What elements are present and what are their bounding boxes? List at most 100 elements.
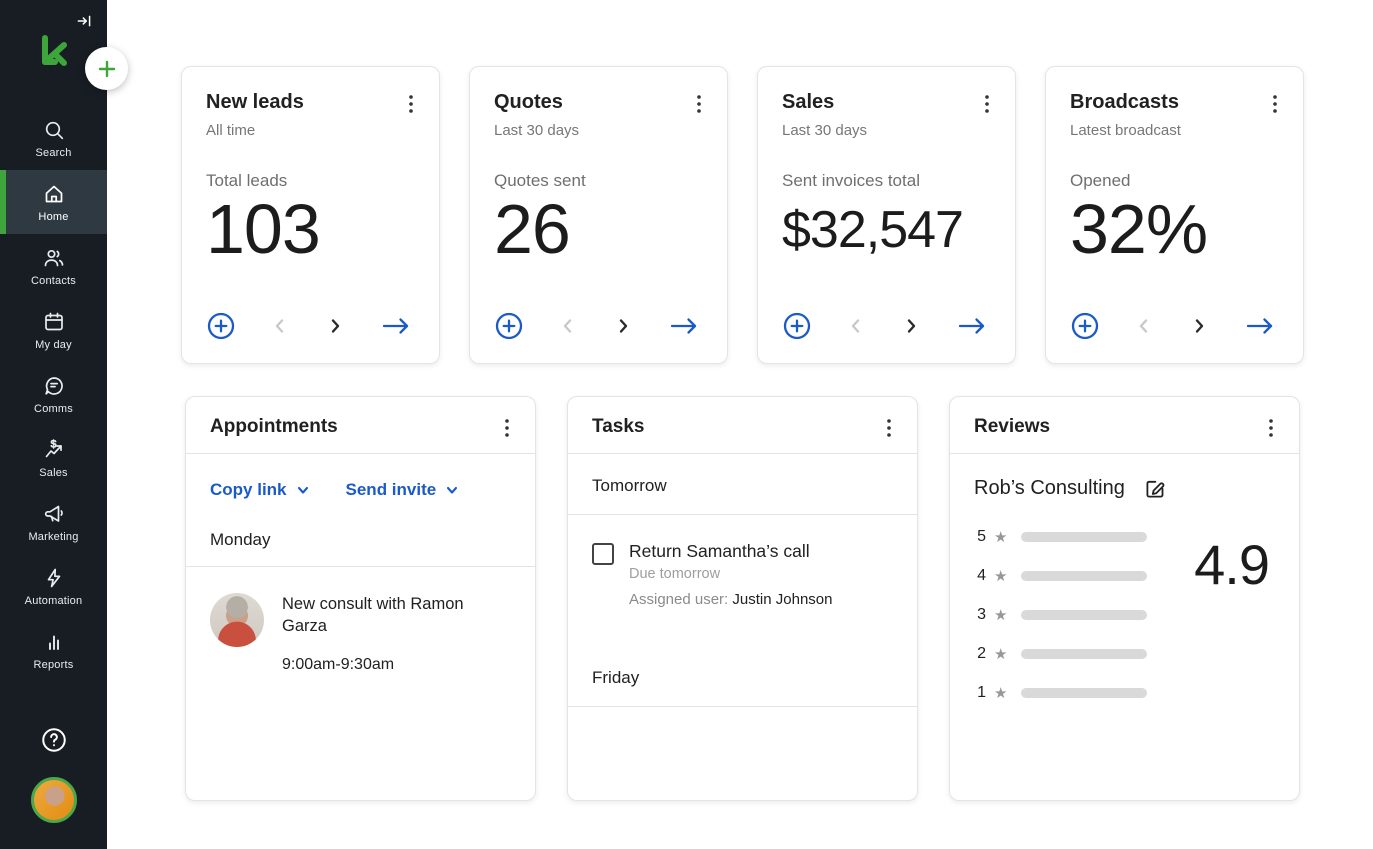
kebab-menu-icon[interactable] (693, 93, 705, 115)
sidebar-item-home[interactable]: Home (0, 170, 107, 234)
task-checkbox[interactable] (592, 543, 614, 565)
metric-label: Sent invoices total (782, 171, 993, 191)
go-to-report-button[interactable] (379, 314, 413, 338)
appointment-item[interactable]: New consult with Ramon Garza 9:00am-9:30… (186, 567, 535, 674)
business-name: Rob’s Consulting (974, 477, 1125, 500)
collapse-sidebar-button[interactable] (75, 10, 95, 32)
arrow-right-icon (379, 314, 413, 338)
card-title: New leads (206, 91, 304, 114)
kebab-menu-icon[interactable] (405, 93, 417, 115)
add-new-button[interactable] (85, 47, 128, 90)
home-icon (42, 182, 66, 206)
next-metric-button[interactable] (613, 316, 633, 336)
edit-icon (1143, 476, 1167, 500)
chevron-left-icon (558, 316, 578, 336)
ratings-distribution: 5 4 3 (974, 526, 1275, 704)
chat-bubble-icon (42, 374, 66, 398)
plus-circle-icon (782, 311, 812, 341)
star-icon (994, 530, 1007, 545)
card-subtitle: Last 30 days (782, 122, 993, 139)
day-label: Monday (186, 500, 535, 566)
sidebar: Search Home Contacts (0, 0, 107, 849)
edit-business-button[interactable] (1143, 476, 1167, 500)
task-due: Due tomorrow (629, 566, 832, 582)
next-metric-button[interactable] (1189, 316, 1209, 336)
send-invite-label: Send invite (346, 480, 437, 500)
calendar-icon (42, 310, 66, 334)
arrow-right-icon (1243, 314, 1277, 338)
task-assigned: Assigned user: Justin Johnson (629, 591, 832, 608)
send-invite-button[interactable]: Send invite (346, 480, 460, 500)
add-record-button[interactable] (206, 311, 236, 341)
rating-star-count: 1 (974, 684, 986, 702)
metric-label: Total leads (206, 171, 417, 191)
stats-row: New leads All time Total leads 103 (181, 66, 1373, 364)
sidebar-item-search[interactable]: Search (0, 106, 107, 170)
card-subtitle: Last 30 days (494, 122, 705, 139)
user-avatar[interactable] (31, 777, 77, 823)
star-icon (994, 686, 1007, 701)
contacts-icon (42, 246, 66, 270)
task-item[interactable]: Return Samantha’s call Due tomorrow Assi… (568, 515, 917, 608)
sidebar-item-marketing[interactable]: Marketing (0, 490, 107, 554)
rating-row: 1 (974, 682, 1147, 704)
task-title: Return Samantha’s call (629, 541, 832, 562)
metric-value: 26 (494, 193, 705, 267)
assigned-user: Justin Johnson (732, 591, 832, 608)
kebab-menu-icon[interactable] (981, 93, 993, 115)
prev-metric-button[interactable] (270, 316, 290, 336)
prev-metric-button[interactable] (846, 316, 866, 336)
add-record-button[interactable] (494, 311, 524, 341)
sidebar-item-label: Sales (39, 467, 68, 479)
assigned-label: Assigned user: (629, 591, 728, 608)
sidebar-item-sales[interactable]: $ Sales (0, 426, 107, 490)
sidebar-item-reports[interactable]: Reports (0, 618, 107, 682)
sidebar-item-my-day[interactable]: My day (0, 298, 107, 362)
next-metric-button[interactable] (901, 316, 921, 336)
question-mark-icon (39, 725, 69, 755)
svg-text:$: $ (50, 438, 56, 450)
star-icon (994, 647, 1007, 662)
sidebar-item-automation[interactable]: Automation (0, 554, 107, 618)
prev-metric-button[interactable] (1134, 316, 1154, 336)
card-title: Tasks (592, 416, 644, 438)
plus-icon (97, 59, 117, 79)
task-section-label: Tomorrow (568, 454, 917, 514)
search-icon (42, 118, 66, 142)
sidebar-item-contacts[interactable]: Contacts (0, 234, 107, 298)
appointments-card: Appointments Copy link Send invite (185, 396, 536, 801)
chevron-right-icon (613, 316, 633, 336)
chevron-left-icon (1134, 316, 1154, 336)
chevron-right-icon (325, 316, 345, 336)
go-to-report-button[interactable] (955, 314, 989, 338)
help-button[interactable] (39, 725, 69, 755)
rating-row: 3 (974, 604, 1147, 626)
chevron-left-icon (270, 316, 290, 336)
appointment-title: New consult with Ramon Garza (282, 593, 492, 638)
kebab-menu-icon[interactable] (1269, 93, 1281, 115)
reviews-card: Reviews Rob’s Consulting (949, 396, 1300, 801)
rating-bar-track (1021, 610, 1147, 620)
copy-link-button[interactable]: Copy link (210, 480, 310, 500)
go-to-report-button[interactable] (1243, 314, 1277, 338)
rating-bar-track (1021, 649, 1147, 659)
divider (568, 706, 917, 707)
prev-metric-button[interactable] (558, 316, 578, 336)
kebab-menu-icon[interactable] (1265, 417, 1277, 439)
kebab-menu-icon[interactable] (883, 417, 895, 439)
next-metric-button[interactable] (325, 316, 345, 336)
card-subtitle: Latest broadcast (1070, 122, 1281, 139)
widgets-row: Appointments Copy link Send invite (185, 396, 1373, 801)
rating-row: 4 (974, 565, 1147, 587)
rating-star-count: 4 (974, 567, 986, 585)
sidebar-item-comms[interactable]: Comms (0, 362, 107, 426)
go-to-report-button[interactable] (667, 314, 701, 338)
add-record-button[interactable] (1070, 311, 1100, 341)
sidebar-item-label: Marketing (28, 531, 78, 543)
kebab-menu-icon[interactable] (501, 417, 513, 439)
sales-trend-icon: $ (42, 438, 66, 462)
rating-bar-track (1021, 532, 1147, 542)
metric-value: 32% (1070, 193, 1281, 267)
plus-circle-icon (1070, 311, 1100, 341)
add-record-button[interactable] (782, 311, 812, 341)
